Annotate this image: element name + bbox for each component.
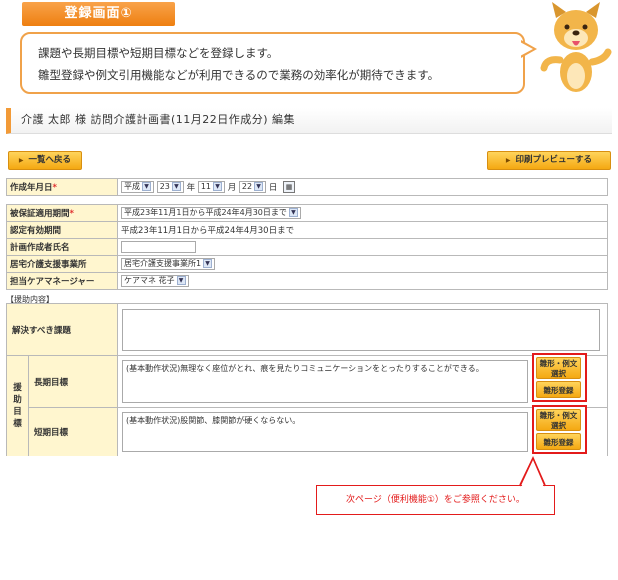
manager-field-cell: ケアマネ 花子 ▼ [117, 272, 608, 290]
chevron-down-icon: ▼ [288, 208, 298, 217]
chevron-down-icon: ▼ [176, 276, 186, 285]
issue-field-cell [117, 303, 608, 356]
day-value: 22 [241, 182, 253, 192]
short-goal-template-register-button[interactable]: 雛形登録 [536, 433, 581, 450]
valid-period-value: 平成23年11月1日から平成24年4月30日まで [117, 221, 608, 239]
long-goal-label: 長期目標 [28, 355, 118, 408]
long-goal-textarea[interactable]: (基本動作状況)無理なく座位がとれ、痕を見たりコミュニケーションをとったりするこ… [122, 360, 528, 403]
short-goal-label: 短期目標 [28, 407, 118, 457]
month-select[interactable]: 11 ▼ [197, 181, 225, 194]
chevron-down-icon: ▼ [171, 182, 181, 192]
author-name-input[interactable] [121, 241, 196, 253]
long-goal-template-buttons: 雛形・例文選択 雛形登録 [532, 353, 587, 402]
insurance-period-select[interactable]: 平成23年11月1日から平成24年4月30日まで ▼ [121, 207, 301, 219]
blank-area [0, 456, 618, 580]
author-label: 計画作成者氏名 [6, 238, 118, 256]
long-goal-row: 援助目標 長期目標 (基本動作状況)無理なく座位がとれ、痕を見たりコミュニケーシ… [6, 355, 608, 457]
month-unit: 月 [227, 182, 237, 193]
manager-label: 担当ケアマネージャー [6, 272, 118, 290]
screen-title-badge: 登録画面① [22, 2, 175, 26]
created-date-label-cell: 作成年月日* [6, 178, 118, 196]
description-line-2: 雛型登録や例文引用機能などが利用できるので業務の効率化が期待できます。 [38, 68, 440, 82]
insurance-period-label-cell: 被保証適用期間* [6, 204, 118, 222]
issue-row: 解決すべき課題 [6, 303, 608, 356]
era-select[interactable]: 平成 ▼ [121, 181, 154, 194]
support-table: 解決すべき課題 援助目標 長期目標 (基本動作状況)無理なく座位がとれ、痕を見た… [6, 303, 608, 457]
bubble-tail-inner [520, 42, 533, 56]
day-select[interactable]: 22 ▼ [238, 181, 267, 194]
goal-group-label: 援助目標 [6, 355, 29, 457]
short-goal-row: 短期目標 (基本動作状況)股関節、膝関節が硬くならない。 [7, 407, 608, 457]
author-row: 計画作成者氏名 [6, 238, 608, 256]
long-goal-template-register-button[interactable]: 雛形登録 [536, 381, 581, 398]
manager-select[interactable]: ケアマネ 花子 ▼ [121, 275, 189, 287]
page-title: 介護 太郎 様 訪問介護計画書(11月22日作成分) 編集 [6, 108, 612, 134]
issue-label: 解決すべき課題 [6, 303, 118, 356]
insurance-period-row: 被保証適用期間* 平成23年11月1日から平成24年4月30日まで ▼ [6, 204, 608, 222]
short-goal-template-select-button[interactable]: 雛形・例文選択 [536, 409, 581, 431]
office-select[interactable]: 居宅介護支援事業所1 ▼ [121, 258, 216, 270]
manager-row: 担当ケアマネージャー ケアマネ 花子 ▼ [6, 272, 608, 290]
year-select[interactable]: 23 ▼ [156, 181, 184, 194]
long-goal-template-select-button[interactable]: 雛形・例文選択 [536, 357, 581, 379]
office-value: 居宅介護支援事業所1 [124, 259, 202, 268]
description-line-1: 課題や長期目標や短期目標などを登録します。 [38, 46, 279, 60]
insurance-period-field-cell: 平成23年11月1日から平成24年4月30日まで ▼ [117, 204, 608, 222]
callout-note: 次ページ（便利機能①）をご参照ください。 [316, 485, 555, 515]
insurance-period-label: 被保証適用期間 [10, 209, 70, 219]
year-value: 23 [159, 182, 170, 192]
era-value: 平成 [124, 182, 140, 192]
back-to-list-label: 一覧へ戻る [28, 155, 72, 165]
arrow-right-icon: ▶ [18, 157, 24, 164]
office-field-cell: 居宅介護支援事業所1 ▼ [117, 255, 608, 273]
valid-period-label: 認定有効期間 [6, 221, 118, 239]
dog-mascot-icon [540, 2, 612, 92]
chevron-down-icon: ▼ [142, 182, 151, 192]
description-bubble: 課題や長期目標や短期目標などを登録します。 雛型登録や例文引用機能などが利用でき… [20, 32, 525, 94]
short-goal-template-buttons: 雛形・例文選択 雛形登録 [532, 405, 587, 454]
back-to-list-button[interactable]: ▶ 一覧へ戻る [8, 151, 82, 170]
required-mark: * [52, 183, 57, 193]
short-goal-textarea[interactable]: (基本動作状況)股関節、膝関節が硬くならない。 [122, 412, 528, 452]
issue-textarea[interactable] [122, 308, 600, 351]
valid-period-row: 認定有効期間 平成23年11月1日から平成24年4月30日まで [6, 221, 608, 239]
calendar-icon[interactable]: ▦ [283, 181, 296, 194]
created-date-label: 作成年月日 [10, 183, 53, 193]
month-value: 11 [200, 182, 211, 192]
day-unit: 日 [268, 182, 278, 193]
insurance-period-value: 平成23年11月1日から平成24年4月30日まで [124, 208, 287, 217]
basic-info-table: 被保証適用期間* 平成23年11月1日から平成24年4月30日まで ▼ 認定有効期… [6, 204, 608, 290]
print-preview-button[interactable]: ▶ 印刷プレビューする [487, 151, 611, 170]
chevron-down-icon: ▼ [213, 182, 222, 192]
required-mark: * [69, 209, 74, 219]
chevron-down-icon: ▼ [203, 259, 213, 268]
manager-value: ケアマネ 花子 [124, 276, 175, 285]
created-date-table: 作成年月日* 平成 ▼ 23 ▼ 年 11 ▼ 月 22 ▼ 日 ▦ [6, 178, 608, 196]
office-row: 居宅介護支援事業所 居宅介護支援事業所1 ▼ [6, 255, 608, 273]
year-unit: 年 [186, 182, 196, 193]
print-preview-label: 印刷プレビューする [515, 155, 593, 165]
author-field-cell [117, 238, 608, 256]
chevron-down-icon: ▼ [254, 182, 264, 192]
office-label: 居宅介護支援事業所 [6, 255, 118, 273]
created-date-field-cell: 平成 ▼ 23 ▼ 年 11 ▼ 月 22 ▼ 日 ▦ [117, 178, 608, 196]
arrow-right-icon: ▶ [505, 157, 511, 164]
